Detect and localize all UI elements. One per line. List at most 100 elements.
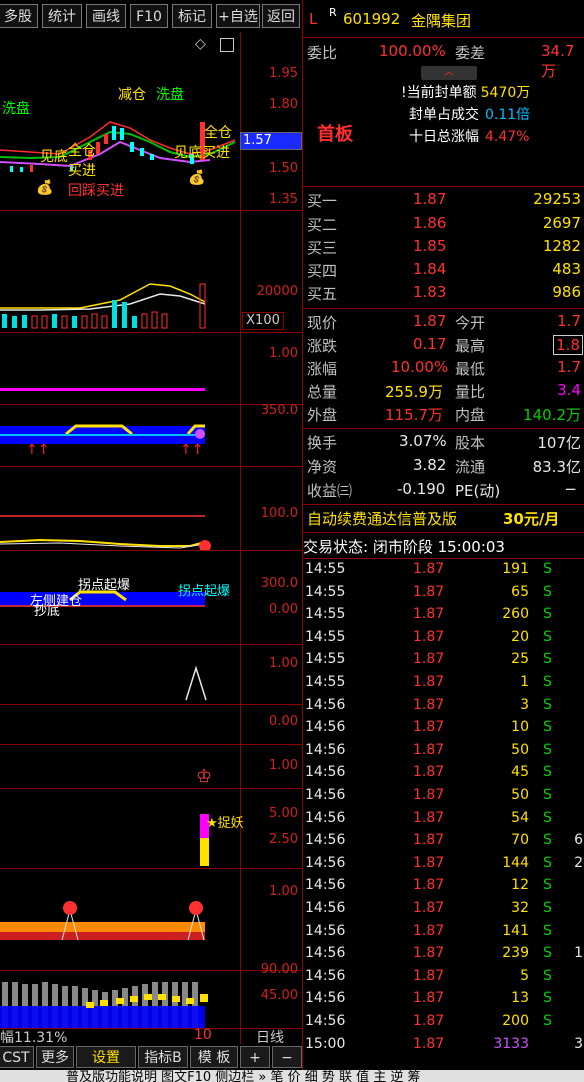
volume-chart <box>0 283 206 329</box>
weicha-label: 委差 <box>455 44 486 62</box>
trade-ticks-list[interactable]: 14:55 1.87 191 S 14:55 1.87 65 S 14:55 1.87 260 S 14… <box>303 560 584 1060</box>
trade-v: 50 <box>511 741 529 758</box>
pane-divider <box>0 550 302 551</box>
trade-p: 1.87 <box>413 561 445 577</box>
trade-row: 14:56 1.87 5 S <box>303 967 584 989</box>
volume-axis-tick: 20000 <box>256 284 298 299</box>
chart-area[interactable]: ◇ 1.95 1.80 1.50 1.35 1.57 洗盘 减仓 洗盘 见底 全… <box>0 32 302 1054</box>
trade-s: S <box>543 583 552 600</box>
trade-row: 14:55 1.87 25 S <box>303 650 584 672</box>
trade-p: 1.87 <box>413 1035 445 1052</box>
multi-stock-button[interactable]: 多股 <box>0 4 38 28</box>
fund-value: 3.82 <box>413 456 447 474</box>
trade-t: 14:55 <box>305 561 346 577</box>
f10-button[interactable]: F10 <box>130 4 168 28</box>
pane-divider <box>0 404 302 405</box>
zoom-out-button[interactable]: − <box>272 1046 302 1068</box>
tab-settings[interactable]: 设置 <box>76 1046 136 1068</box>
right-signal-label: 拐点起爆 <box>178 584 231 599</box>
trade-row: 14:56 1.87 50 S <box>303 786 584 808</box>
promo-row[interactable]: 自动续费通达信普及版 30元/月 <box>303 508 584 530</box>
tenday-value: 4.47% <box>485 129 530 145</box>
status-bar-text[interactable]: 普及版功能说明 图文F10 侧边栏 » 笔 价 细 势 联 值 主 逆 筹 <box>66 1070 421 1082</box>
trade-s: S <box>543 854 552 871</box>
trade-s: S <box>543 674 552 690</box>
ind4-axis-tick: 300.0 <box>260 576 298 591</box>
window-toggle-icon[interactable] <box>220 38 234 52</box>
period-count: 10 <box>194 1027 212 1043</box>
zhuoyao-label: 捉妖 <box>217 816 244 831</box>
huicai-label: 回踩买进 <box>68 183 124 199</box>
stats-button[interactable]: 统计 <box>42 4 82 28</box>
tab-cst[interactable]: CST <box>0 1046 34 1068</box>
pane-divider <box>0 466 302 467</box>
stat-label: 最高 <box>455 337 486 355</box>
pane-divider <box>0 332 302 333</box>
trade-p: 1.87 <box>413 967 445 984</box>
trade-row: 14:56 1.87 50 S <box>303 741 584 763</box>
pane-divider <box>0 704 302 705</box>
trade-v: 45 <box>511 764 529 781</box>
diamond-icon[interactable]: ◇ <box>195 36 206 52</box>
trade-s: S <box>543 922 552 939</box>
trade-row: 14:56 1.87 70 S 6 <box>303 831 584 853</box>
ind3-chart <box>0 515 211 550</box>
trade-row: 14:55 1.87 1 S <box>303 673 584 695</box>
trade-row: 14:56 1.87 144 S 2 <box>303 854 584 876</box>
fengdan-ratio-value: 0.11倍 <box>485 107 531 123</box>
trade-p: 1.87 <box>413 854 445 871</box>
mark-button[interactable]: 标记 <box>172 4 212 28</box>
stat-label: 外盘 <box>307 406 338 424</box>
top-toolbar: 多股 统计 画线 F10 标记 +自选 返回 <box>0 0 302 32</box>
tab-template[interactable]: 模 板 <box>190 1046 238 1068</box>
draw-line-button[interactable]: 画线 <box>86 4 126 28</box>
quancang-label-left: 全仓 <box>68 143 96 159</box>
divider <box>303 308 584 309</box>
tab-more[interactable]: 更多 <box>36 1046 74 1068</box>
fund-label: PE(动) <box>455 482 501 500</box>
back-button[interactable]: 返回 <box>262 4 300 28</box>
stat-row: 现价 1.87 今开 1.7 <box>303 312 584 334</box>
zoom-in-button[interactable]: + <box>240 1046 270 1068</box>
divider <box>303 504 584 505</box>
bid-row: 买一 1.87 29253 <box>303 190 584 212</box>
price-axis-tick: 1.95 <box>269 66 298 81</box>
trade-v: 191 <box>502 561 529 577</box>
stat-value: 10.00% <box>391 358 449 376</box>
stat-label: 今开 <box>455 314 486 332</box>
collapse-toggle[interactable]: ︿ <box>421 66 477 80</box>
trade-t: 14:56 <box>305 854 346 871</box>
trade-p: 1.87 <box>413 583 445 600</box>
trade-s: S <box>543 651 552 668</box>
bid-label: 买五 <box>307 285 338 303</box>
add-watchlist-button[interactable]: +自选 <box>216 4 260 28</box>
pane-divider <box>0 744 302 745</box>
alert-icon: ♔ <box>196 766 213 787</box>
promo-price[interactable]: 30元/月 <box>503 508 559 529</box>
pane-divider <box>0 868 302 869</box>
trade-t: 15:00 <box>305 1035 346 1052</box>
bid-row: 买四 1.84 483 <box>303 260 584 282</box>
trade-p: 1.87 <box>413 719 445 736</box>
ind4-axis-tick: 0.00 <box>269 602 298 617</box>
trade-v: 239 <box>502 945 529 962</box>
divider <box>303 558 584 559</box>
trade-s: S <box>543 967 552 984</box>
promo-text[interactable]: 自动续费通达信普及版 <box>307 508 457 529</box>
bid-price: 1.85 <box>413 237 447 255</box>
stat-row: 总量 255.9万 量比 3.4 <box>303 381 584 403</box>
trade-t: 14:56 <box>305 1013 346 1029</box>
trade-v: 25 <box>511 651 529 668</box>
stat-row: 涨跌 0.17 最高 1.8 <box>303 335 584 357</box>
divider <box>303 37 584 38</box>
tab-indicator[interactable]: 指标B <box>138 1046 188 1068</box>
trade-v: 20 <box>511 628 529 645</box>
board-label: 首板 <box>317 124 353 145</box>
bid-label: 买一 <box>307 192 338 210</box>
xipan-label-right: 洗盘 <box>156 87 184 103</box>
ind2-axis-tick: 350.0 <box>260 403 298 418</box>
bid-price: 1.86 <box>413 214 447 232</box>
ind8-axis-tick: 5.00 <box>269 806 298 821</box>
stock-name: 金隅集团 <box>411 12 472 30</box>
trade-row: 14:56 1.87 54 S <box>303 809 584 831</box>
